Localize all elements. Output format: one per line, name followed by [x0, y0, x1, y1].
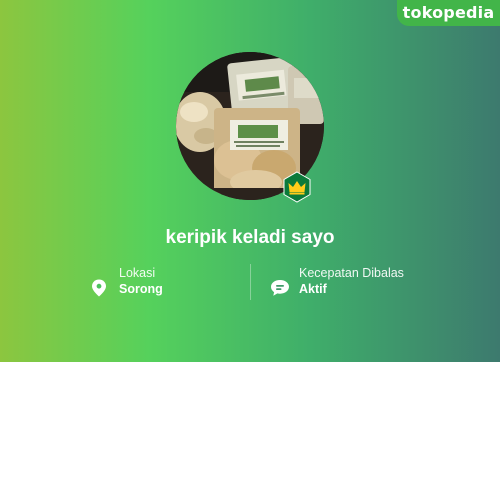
shop-badge	[282, 171, 312, 203]
response-speed-value: Aktif	[299, 282, 327, 296]
response-speed-label: Kecepatan Dibalas	[299, 266, 404, 280]
location-value: Sorong	[119, 282, 163, 296]
crown-icon	[283, 171, 311, 203]
info-divider	[250, 264, 251, 300]
location-label: Lokasi	[119, 266, 156, 280]
shop-name: keripik keladi sayo	[165, 227, 335, 248]
shop-header-banner: tokopedia keripik keladi sayo Lokasi Sor…	[0, 0, 500, 362]
logo-text: tokopedia	[402, 3, 495, 22]
chat-bubble-icon	[271, 280, 289, 296]
map-pin-icon	[92, 279, 106, 297]
shop-info-row: Lokasi Sorong Kecepatan Dibalas Aktif	[0, 264, 500, 302]
tokopedia-logo[interactable]: tokopedia	[397, 0, 500, 26]
